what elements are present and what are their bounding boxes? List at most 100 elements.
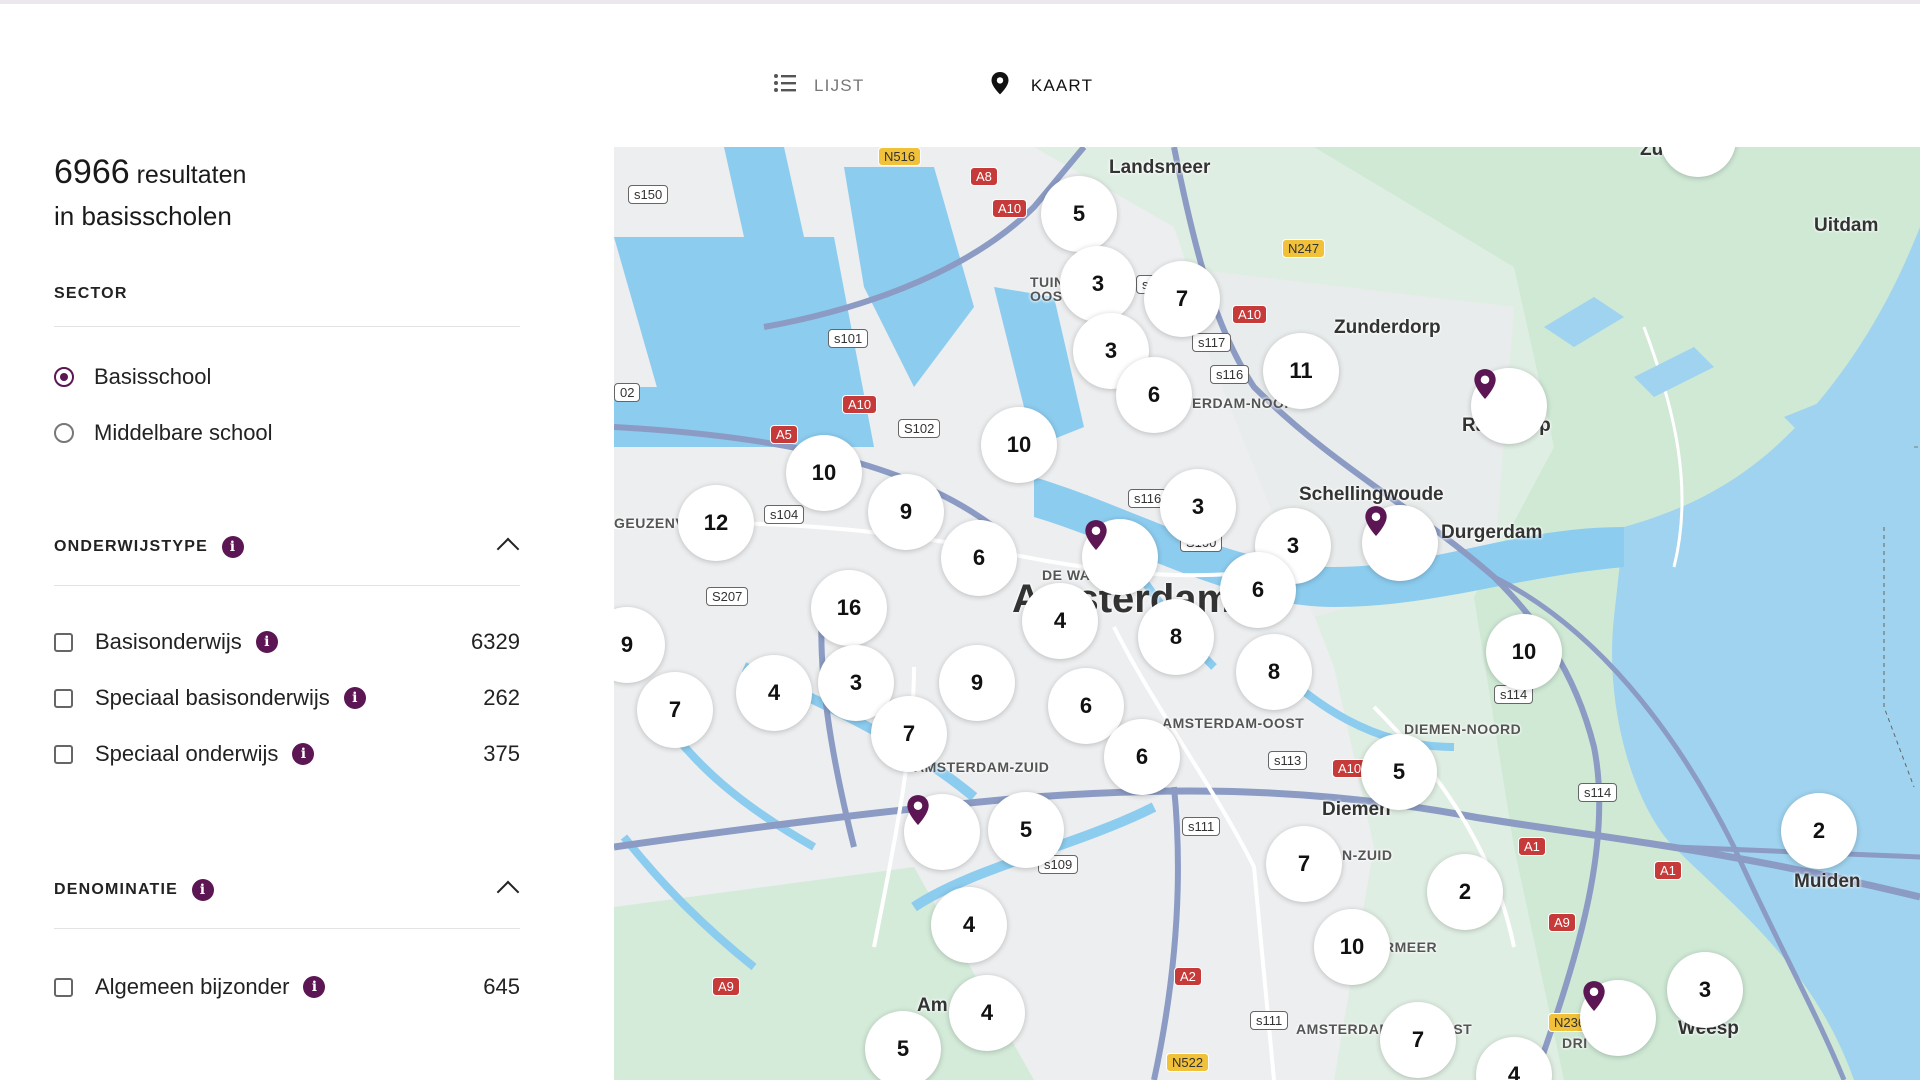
chevron-up-icon[interactable]	[496, 880, 520, 904]
map-school-pin[interactable]	[1082, 519, 1158, 595]
map-cluster[interactable]: 7	[1144, 261, 1220, 337]
road-shield: 02	[614, 383, 641, 402]
info-icon[interactable]: i	[222, 536, 244, 558]
chevron-up-icon[interactable]	[496, 537, 520, 561]
place-driemond: DRI	[1562, 1035, 1588, 1051]
map-cluster[interactable]: 12	[678, 485, 754, 561]
info-icon[interactable]: i	[303, 976, 326, 998]
place-schellingwoude: Schellingwoude	[1299, 484, 1444, 505]
check-basisonderwijs[interactable]: Basisonderwijs i 6329	[54, 622, 520, 662]
map-cluster[interactable]: 5	[1041, 176, 1117, 252]
map-cluster[interactable]: 8	[1138, 599, 1214, 675]
checkbox-algemeen-bijzonder[interactable]	[54, 977, 73, 997]
map-cluster[interactable]: 7	[871, 696, 947, 772]
map-cluster[interactable]: 3	[1667, 952, 1743, 1028]
info-icon[interactable]: i	[292, 743, 315, 765]
map-cluster[interactable]: 10	[981, 407, 1057, 483]
map-cluster[interactable]: 7	[1380, 1002, 1456, 1078]
map-school-pin[interactable]	[904, 794, 980, 870]
check-basisonderwijs-label: Basisonderwijs	[95, 629, 242, 654]
checkbox-speciaal-basisonderwijs[interactable]	[54, 688, 73, 708]
road-shield: A10	[1232, 305, 1268, 324]
road-shield: A1	[1654, 861, 1682, 880]
road-shield: A10	[992, 199, 1028, 218]
check-speciaal-onderwijs[interactable]: Speciaal onderwijs i 375	[54, 734, 520, 774]
place-geuzenveld: GEUZENV	[614, 515, 686, 531]
map-pin-icon	[991, 72, 1009, 95]
check-algemeen-bijzonder[interactable]: Algemeen bijzonder i 645	[54, 967, 520, 1007]
checkbox-speciaal-onderwijs[interactable]	[54, 744, 73, 764]
radio-basisschool[interactable]: Basisschool	[54, 359, 520, 395]
tab-kaart[interactable]: KAART	[942, 58, 1138, 152]
road-shield: s114	[1578, 783, 1618, 802]
map-school-pin[interactable]	[1580, 980, 1656, 1056]
road-shield: s113	[1268, 751, 1308, 770]
info-icon[interactable]: i	[343, 687, 366, 709]
map-cluster[interactable]: 2	[1781, 793, 1857, 869]
map-cluster[interactable]: 9	[939, 645, 1015, 721]
divider	[54, 585, 520, 586]
map-cluster[interactable]: 4	[949, 975, 1025, 1051]
tab-lijst[interactable]: LIJST	[772, 58, 892, 148]
map-school-pin[interactable]	[1362, 505, 1438, 581]
map-cluster[interactable]: 6	[1116, 357, 1192, 433]
tab-lijst-label: LIJST	[814, 76, 865, 95]
results-subtitle: in basisscholen	[54, 201, 232, 231]
check-speciaal-onderwijs-count: 375	[483, 741, 520, 766]
road-shield: s117	[1192, 333, 1232, 352]
map-cluster[interactable]: 6	[1104, 719, 1180, 795]
map-cluster[interactable]: 7	[637, 672, 713, 748]
place-diemen-zuid: N-ZUID	[1342, 847, 1393, 863]
map-cluster[interactable]: 8	[1236, 634, 1312, 710]
map-cluster[interactable]: 5	[1361, 734, 1437, 810]
map-cluster[interactable]: 5	[988, 792, 1064, 868]
map-cluster[interactable]: 5	[865, 1011, 941, 1080]
map-cluster[interactable]: 6	[941, 520, 1017, 596]
map-cluster[interactable]: 11	[1263, 333, 1339, 409]
map-cluster[interactable]: 16	[811, 570, 887, 646]
map-cluster[interactable]: 3	[1060, 246, 1136, 322]
map-pin-icon	[907, 795, 929, 825]
map-cluster[interactable]: 10	[786, 435, 862, 511]
onderwijstype-header[interactable]: ONDERWIJSTYPE i	[54, 533, 520, 561]
map-cluster[interactable]: 10	[1486, 614, 1562, 690]
map-cluster[interactable]: 10	[1314, 909, 1390, 985]
road-shield: A1	[1518, 837, 1546, 856]
place-diemen-noord: DIEMEN-NOORD	[1404, 721, 1522, 737]
filter-panel: 6966 resultaten in basisscholen SECTOR B…	[54, 148, 520, 1007]
road-shield: A2	[1174, 967, 1202, 986]
road-shield: S207	[706, 587, 749, 606]
map-cluster[interactable]: 9	[868, 474, 944, 550]
map-cluster[interactable]: 6	[1220, 552, 1296, 628]
place-uitdam: Uitdam	[1814, 215, 1879, 236]
check-speciaal-basisonderwijs[interactable]: Speciaal basisonderwijs i 262	[54, 678, 520, 718]
info-icon[interactable]: i	[192, 879, 215, 901]
radio-middelbare-school[interactable]: Middelbare school	[54, 415, 520, 451]
radio-middelbare-school-control[interactable]	[54, 423, 74, 443]
map-cluster[interactable]: 4	[931, 887, 1007, 963]
check-algemeen-bijzonder-label: Algemeen bijzonder	[95, 974, 290, 999]
divider	[54, 928, 520, 929]
place-meer: RMEER	[1384, 939, 1438, 955]
map-cluster[interactable]: 4	[736, 655, 812, 731]
denominatie-title: DENOMINATIE	[54, 881, 179, 898]
map-school-pin[interactable]	[1471, 368, 1547, 444]
map-cluster[interactable]: 7	[1266, 826, 1342, 902]
info-icon[interactable]: i	[255, 631, 278, 653]
place-muiden: Muiden	[1794, 871, 1861, 892]
road-shield: s101	[828, 329, 869, 348]
map-cluster[interactable]: 2	[1427, 854, 1503, 930]
checkbox-basisonderwijs[interactable]	[54, 632, 73, 652]
place-am: Am	[917, 995, 948, 1016]
road-shield: s104	[764, 505, 805, 524]
map-view[interactable]: Landsmeer Zunderdorp Uitdam Schellingwou…	[614, 147, 1920, 1080]
road-shield: A9	[712, 977, 740, 996]
map-cluster[interactable]: 3	[1160, 469, 1236, 545]
radio-basisschool-control[interactable]	[54, 367, 74, 387]
check-speciaal-basisonderwijs-label: Speciaal basisonderwijs	[95, 685, 330, 710]
denominatie-header[interactable]: DENOMINATIE i	[54, 876, 520, 904]
map-cluster[interactable]: 4	[1022, 583, 1098, 659]
check-speciaal-basisonderwijs-count: 262	[483, 685, 520, 710]
divider	[54, 326, 520, 327]
top-border	[0, 0, 1920, 4]
